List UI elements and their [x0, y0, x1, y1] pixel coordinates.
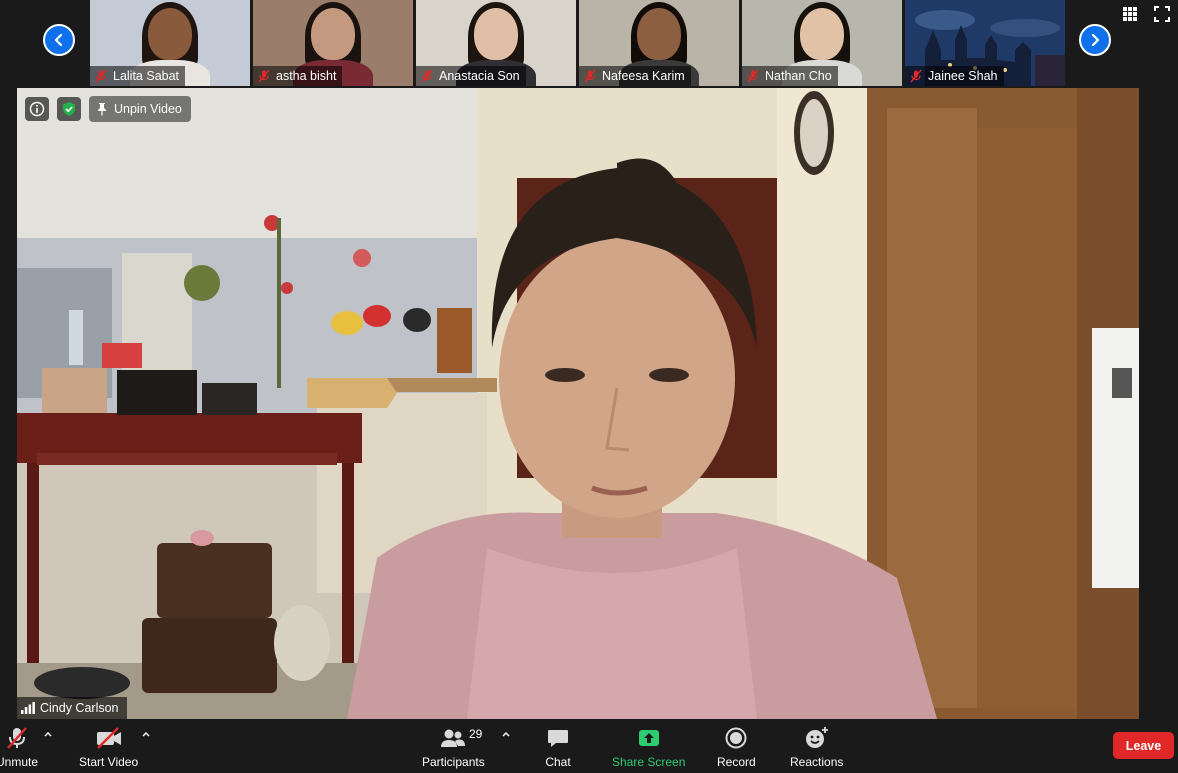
- video-options-caret-icon[interactable]: [141, 729, 151, 739]
- start-video-button[interactable]: Start Video: [79, 725, 138, 769]
- record-label: Record: [717, 755, 756, 769]
- participant-face: [311, 8, 355, 60]
- thumbnail-name-tag: Jainee Shah: [905, 66, 1004, 86]
- unpin-video-button[interactable]: Unpin Video: [89, 96, 191, 122]
- share-screen-icon: [638, 730, 659, 746]
- chat-button[interactable]: Chat: [545, 725, 571, 769]
- smiley-plus-icon: [805, 727, 828, 748]
- reactions-button[interactable]: Reactions: [790, 725, 843, 769]
- record-icon: [725, 727, 747, 749]
- participant-face: [148, 8, 192, 60]
- fullscreen-icon[interactable]: [1154, 6, 1172, 24]
- share-screen-button[interactable]: Share Screen: [612, 725, 685, 769]
- chevron-right-icon: [1091, 33, 1100, 47]
- participant-face: [474, 8, 518, 60]
- thumbnail-name-tag: Anastacia Son: [416, 66, 526, 86]
- participants-label: Participants: [422, 755, 485, 769]
- speaker-name-tag: Cindy Carlson: [17, 697, 127, 719]
- participant-thumbnail[interactable]: Anastacia Son: [416, 0, 576, 86]
- signal-bars-icon: [21, 702, 35, 714]
- participants-count: 29: [469, 727, 483, 741]
- participant-name: astha bisht: [276, 69, 337, 83]
- participant-name: Lalita Sabat: [113, 69, 180, 83]
- unmute-button[interactable]: Unmute: [0, 725, 38, 769]
- speaker-video-frame: [17, 88, 1139, 719]
- thumbnail-name-tag: Nafeesa Karim: [579, 66, 691, 86]
- strip-next-button[interactable]: [1079, 24, 1111, 56]
- grid-icon[interactable]: [1122, 6, 1140, 24]
- participant-name: Nafeesa Karim: [602, 69, 685, 83]
- microphone-muted-icon: [258, 69, 270, 83]
- reactions-label: Reactions: [790, 755, 844, 769]
- thumbnail-name-tag: astha bisht: [253, 66, 343, 86]
- pinned-video[interactable]: Unpin Video Cindy Carlson: [17, 88, 1139, 719]
- video-top-controls: Unpin Video: [25, 96, 191, 122]
- participant-thumbnail[interactable]: Jainee Shah: [905, 0, 1065, 86]
- pin-icon: [98, 103, 106, 116]
- info-button[interactable]: [25, 97, 49, 121]
- chat-label: Chat: [545, 755, 571, 769]
- video-camera-off-icon: [96, 727, 121, 749]
- security-button[interactable]: [57, 97, 81, 121]
- participant-strip: Lalita Sabat astha bisht Anastacia Son Nafe…: [0, 0, 1178, 86]
- chevron-left-icon: [54, 33, 63, 47]
- share-screen-label: Share Screen: [612, 755, 686, 769]
- microphone-muted-icon: [7, 727, 27, 749]
- info-icon: [29, 101, 45, 117]
- participants-icon: [441, 729, 466, 747]
- shield-check-icon: [63, 102, 75, 116]
- participant-face: [800, 8, 844, 60]
- microphone-muted-icon: [95, 69, 107, 83]
- participant-thumbnail[interactable]: Nafeesa Karim: [579, 0, 739, 86]
- participant-thumbnails: Lalita Sabat astha bisht Anastacia Son Nafe…: [90, 0, 1065, 86]
- unpin-video-label: Unpin Video: [114, 102, 182, 116]
- speaker-name: Cindy Carlson: [40, 701, 119, 715]
- thumbnail-name-tag: Nathan Cho: [742, 66, 838, 86]
- participant-thumbnail[interactable]: Nathan Cho: [742, 0, 902, 86]
- microphone-muted-icon: [747, 69, 759, 83]
- participants-options-caret-icon[interactable]: [501, 729, 511, 739]
- participant-name: Nathan Cho: [765, 69, 832, 83]
- zoom-meeting-window: Lalita Sabat astha bisht Anastacia Son Nafe…: [0, 0, 1178, 773]
- microphone-muted-icon: [584, 69, 596, 83]
- audio-options-caret-icon[interactable]: [43, 729, 53, 739]
- record-button[interactable]: Record: [717, 725, 756, 769]
- chat-bubble-icon: [548, 730, 568, 747]
- participant-thumbnail[interactable]: Lalita Sabat: [90, 0, 250, 86]
- participant-thumbnail[interactable]: astha bisht: [253, 0, 413, 86]
- leave-button[interactable]: Leave: [1113, 732, 1174, 759]
- start-video-label: Start Video: [79, 755, 139, 769]
- participant-name: Jainee Shah: [928, 69, 998, 83]
- meeting-toolbar: Unmute Start Video Participants 29 Chat …: [0, 719, 1178, 773]
- view-controls: [1122, 6, 1172, 24]
- participant-face: [637, 8, 681, 60]
- strip-prev-button[interactable]: [43, 24, 75, 56]
- thumbnail-name-tag: Lalita Sabat: [90, 66, 186, 86]
- microphone-muted-icon: [910, 69, 922, 83]
- unmute-label: Unmute: [0, 755, 39, 769]
- participant-name: Anastacia Son: [439, 69, 520, 83]
- microphone-muted-icon: [421, 69, 433, 83]
